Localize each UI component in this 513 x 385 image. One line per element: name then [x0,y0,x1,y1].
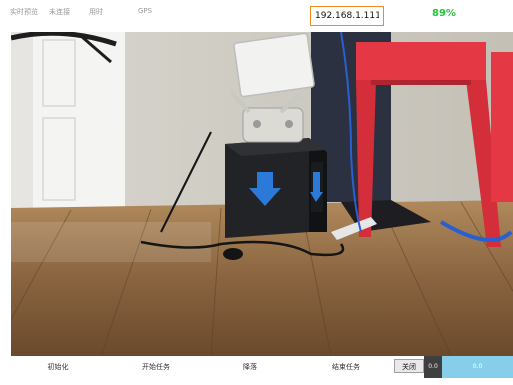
door-frame [11,32,33,214]
door [33,32,125,214]
app-screen: 实时预览 未连接 用时 GPS 89% [0,0,513,385]
close-button[interactable]: 关闭 [394,359,424,373]
control-bar: 初始化 开始任务 降落 结束任务 关闭 0.0 0.0 [0,356,513,385]
status-bar: 实时预览 未连接 用时 GPS 89% [0,0,513,30]
value-right: 0.0 [442,356,513,378]
floor-reflection [11,222,211,262]
duration-label: 用时 [89,8,103,16]
land-button[interactable]: 降落 [228,356,272,378]
ip-address-input[interactable] [310,6,384,26]
remote-controller [229,32,315,143]
start-task-button[interactable]: 开始任务 [126,356,186,378]
gps-status: GPS [138,7,153,15]
arrow-box [225,138,327,238]
connection-status: 未连接 [49,8,70,16]
end-task-button[interactable]: 结束任务 [316,356,376,378]
camera-frame [11,32,513,356]
cable-plug [223,248,243,260]
live-preview-label: 实时预览 [10,8,38,16]
init-button[interactable]: 初始化 [30,356,86,378]
value-left: 0.0 [424,356,442,378]
battery-level: 89% [432,8,456,19]
camera-view[interactable] [11,32,513,356]
